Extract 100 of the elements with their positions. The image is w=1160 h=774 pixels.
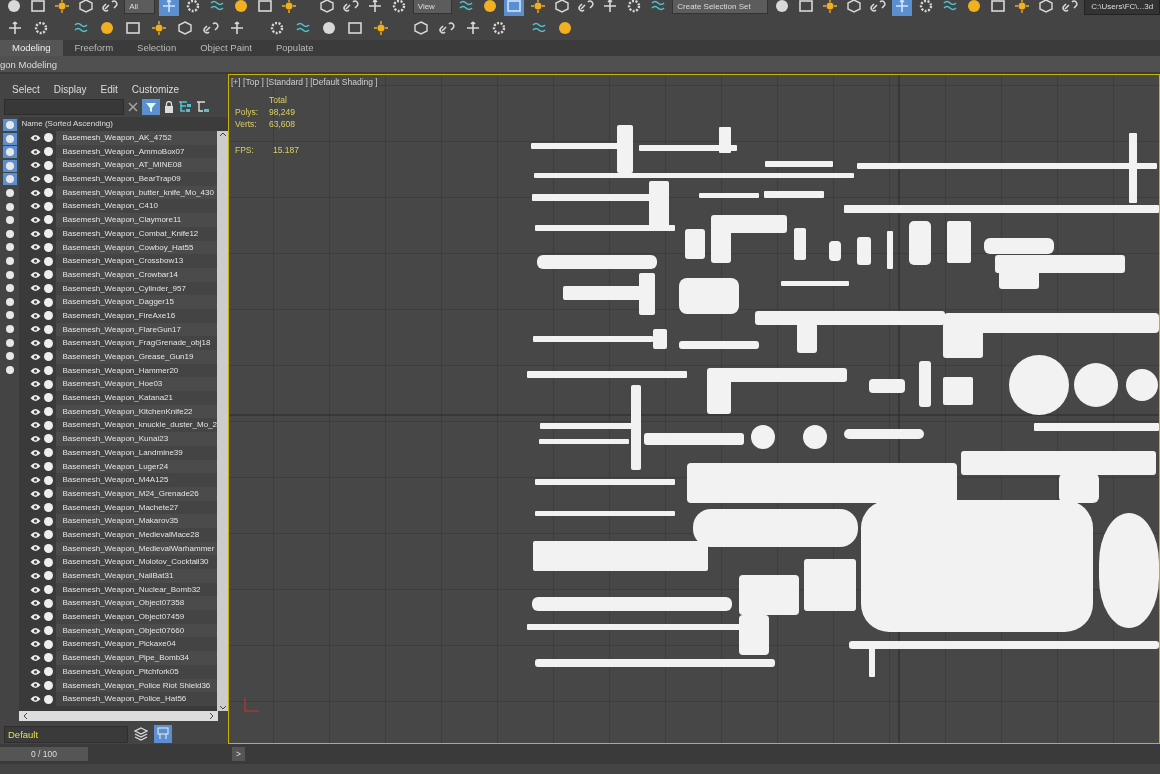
circle-icon[interactable] bbox=[44, 311, 54, 321]
circle-icon[interactable] bbox=[44, 461, 54, 471]
circle-icon[interactable] bbox=[44, 379, 54, 389]
arrow-icon[interactable] bbox=[465, 20, 481, 36]
eye-icon[interactable] bbox=[30, 558, 42, 567]
hierarchy-icon[interactable] bbox=[178, 101, 192, 113]
arrow-icon[interactable] bbox=[366, 0, 383, 14]
caret-down-icon[interactable] bbox=[218, 705, 227, 711]
circle-icon[interactable] bbox=[44, 612, 54, 622]
layer-field[interactable]: Default bbox=[4, 725, 128, 743]
eye-icon[interactable] bbox=[30, 393, 42, 402]
eye-icon[interactable] bbox=[30, 448, 42, 457]
menu-item[interactable]: Customize bbox=[131, 84, 180, 95]
eye-icon[interactable] bbox=[30, 517, 42, 526]
sun-icon[interactable] bbox=[1014, 0, 1031, 14]
circle-icon[interactable] bbox=[44, 502, 54, 512]
object-name[interactable]: Basemesh_Weapon_Pipe_Bomb34 bbox=[56, 651, 217, 665]
filter-toggle[interactable] bbox=[3, 309, 17, 322]
circle-icon[interactable] bbox=[44, 680, 54, 690]
next-frame-button[interactable]: > bbox=[232, 747, 245, 761]
eye-icon[interactable] bbox=[30, 653, 42, 662]
circle-icon[interactable] bbox=[44, 694, 54, 704]
circle-icon[interactable] bbox=[44, 434, 54, 444]
sun-icon[interactable] bbox=[54, 0, 71, 14]
menu-item[interactable]: Select bbox=[12, 84, 40, 95]
circle-icon[interactable] bbox=[44, 420, 54, 430]
filter-toggle[interactable] bbox=[3, 227, 17, 240]
eye-icon[interactable] bbox=[30, 174, 42, 183]
ribbon-tab[interactable]: Freeform bbox=[62, 40, 126, 56]
square-icon[interactable] bbox=[347, 20, 363, 36]
lock-icon[interactable] bbox=[164, 101, 174, 113]
eye-icon[interactable] bbox=[30, 640, 42, 649]
circle-icon[interactable] bbox=[44, 475, 54, 485]
eye-icon[interactable] bbox=[30, 503, 42, 512]
selection-set-dropdown[interactable]: Create Selection Set bbox=[672, 0, 768, 14]
circle-icon[interactable] bbox=[44, 352, 54, 362]
viewport-label[interactable]: [+] [Top ] [Standard ] [Default Shading ] bbox=[231, 77, 378, 87]
filter-toggle[interactable] bbox=[3, 119, 17, 131]
sphere-icon[interactable] bbox=[773, 0, 790, 14]
eye-icon[interactable] bbox=[30, 407, 42, 416]
sphere-icon[interactable] bbox=[321, 20, 337, 36]
horizontal-scrollbar[interactable] bbox=[19, 711, 218, 721]
eye-icon[interactable] bbox=[30, 612, 42, 621]
sphere-icon[interactable] bbox=[233, 0, 250, 14]
filter-toggle[interactable] bbox=[3, 159, 17, 172]
circle-icon[interactable] bbox=[44, 543, 54, 553]
ribbon-tab[interactable]: Object Paint bbox=[188, 40, 264, 56]
eye-icon[interactable] bbox=[30, 544, 42, 553]
filter-toggle[interactable] bbox=[3, 363, 17, 376]
column-header[interactable]: Name (Sorted Ascending) bbox=[19, 117, 228, 131]
menu-item[interactable]: Edit bbox=[100, 84, 118, 95]
filter-toggle[interactable] bbox=[3, 146, 17, 159]
eye-icon[interactable] bbox=[30, 352, 42, 361]
eye-icon[interactable] bbox=[30, 229, 42, 238]
circle-icon[interactable] bbox=[44, 147, 54, 157]
sun-icon[interactable] bbox=[151, 20, 167, 36]
eye-icon[interactable] bbox=[30, 311, 42, 320]
circle-icon[interactable] bbox=[44, 530, 54, 540]
eye-icon[interactable] bbox=[30, 462, 42, 471]
sun-icon[interactable] bbox=[821, 0, 838, 14]
object-name[interactable]: Basemesh_Weapon_AK_4752 bbox=[56, 131, 217, 145]
eye-icon[interactable] bbox=[30, 147, 42, 156]
object-name[interactable]: Basemesh_Weapon_Dagger15 bbox=[56, 295, 217, 309]
circle-icon[interactable] bbox=[44, 571, 54, 581]
eye-icon[interactable] bbox=[30, 530, 42, 539]
circle-icon[interactable] bbox=[44, 653, 54, 663]
filter-toggle[interactable] bbox=[3, 173, 17, 186]
circle-icon[interactable] bbox=[44, 338, 54, 348]
object-name[interactable]: Basemesh_Weapon_AT_MINE08 bbox=[56, 158, 217, 173]
square-icon[interactable] bbox=[797, 0, 814, 14]
object-name[interactable]: Basemesh_Weapon_Pickaxe04 bbox=[56, 637, 217, 652]
close-icon[interactable] bbox=[128, 102, 138, 112]
caret-left-icon[interactable] bbox=[22, 712, 29, 720]
object-name[interactable]: Basemesh_Weapon_Grease_Gun19 bbox=[56, 350, 217, 364]
time-slider-thumb[interactable]: 0 / 100 bbox=[0, 747, 88, 761]
eye-icon[interactable] bbox=[30, 325, 42, 334]
eye-icon[interactable] bbox=[30, 380, 42, 389]
eye-icon[interactable] bbox=[30, 626, 42, 635]
object-name[interactable]: Basemesh_Weapon_Makarov35 bbox=[56, 514, 217, 528]
object-name[interactable]: Basemesh_Weapon_Object07459 bbox=[56, 610, 217, 624]
circle-icon[interactable] bbox=[44, 639, 54, 649]
eye-icon[interactable] bbox=[30, 434, 42, 443]
ribbon-tab[interactable]: Populate bbox=[263, 40, 326, 56]
square-icon[interactable] bbox=[990, 0, 1007, 14]
filter-toggle[interactable] bbox=[3, 350, 17, 363]
filter-toggle[interactable] bbox=[3, 268, 17, 281]
circle-icon[interactable] bbox=[44, 489, 54, 499]
filter-toggle[interactable] bbox=[3, 132, 17, 145]
eye-icon[interactable] bbox=[30, 215, 42, 224]
circle-icon[interactable] bbox=[44, 297, 54, 307]
sun-icon[interactable] bbox=[281, 0, 298, 14]
circle-icon[interactable] bbox=[44, 133, 54, 143]
hierarchy-icon[interactable] bbox=[196, 101, 210, 113]
eye-icon[interactable] bbox=[30, 571, 42, 580]
filter-toggle[interactable] bbox=[3, 200, 17, 213]
sun-icon[interactable] bbox=[530, 0, 547, 14]
eye-icon[interactable] bbox=[30, 284, 42, 293]
object-name[interactable]: Basemesh_Weapon_NailBat31 bbox=[56, 569, 217, 583]
circle-icon[interactable] bbox=[44, 174, 54, 184]
circle-icon[interactable] bbox=[44, 242, 54, 252]
